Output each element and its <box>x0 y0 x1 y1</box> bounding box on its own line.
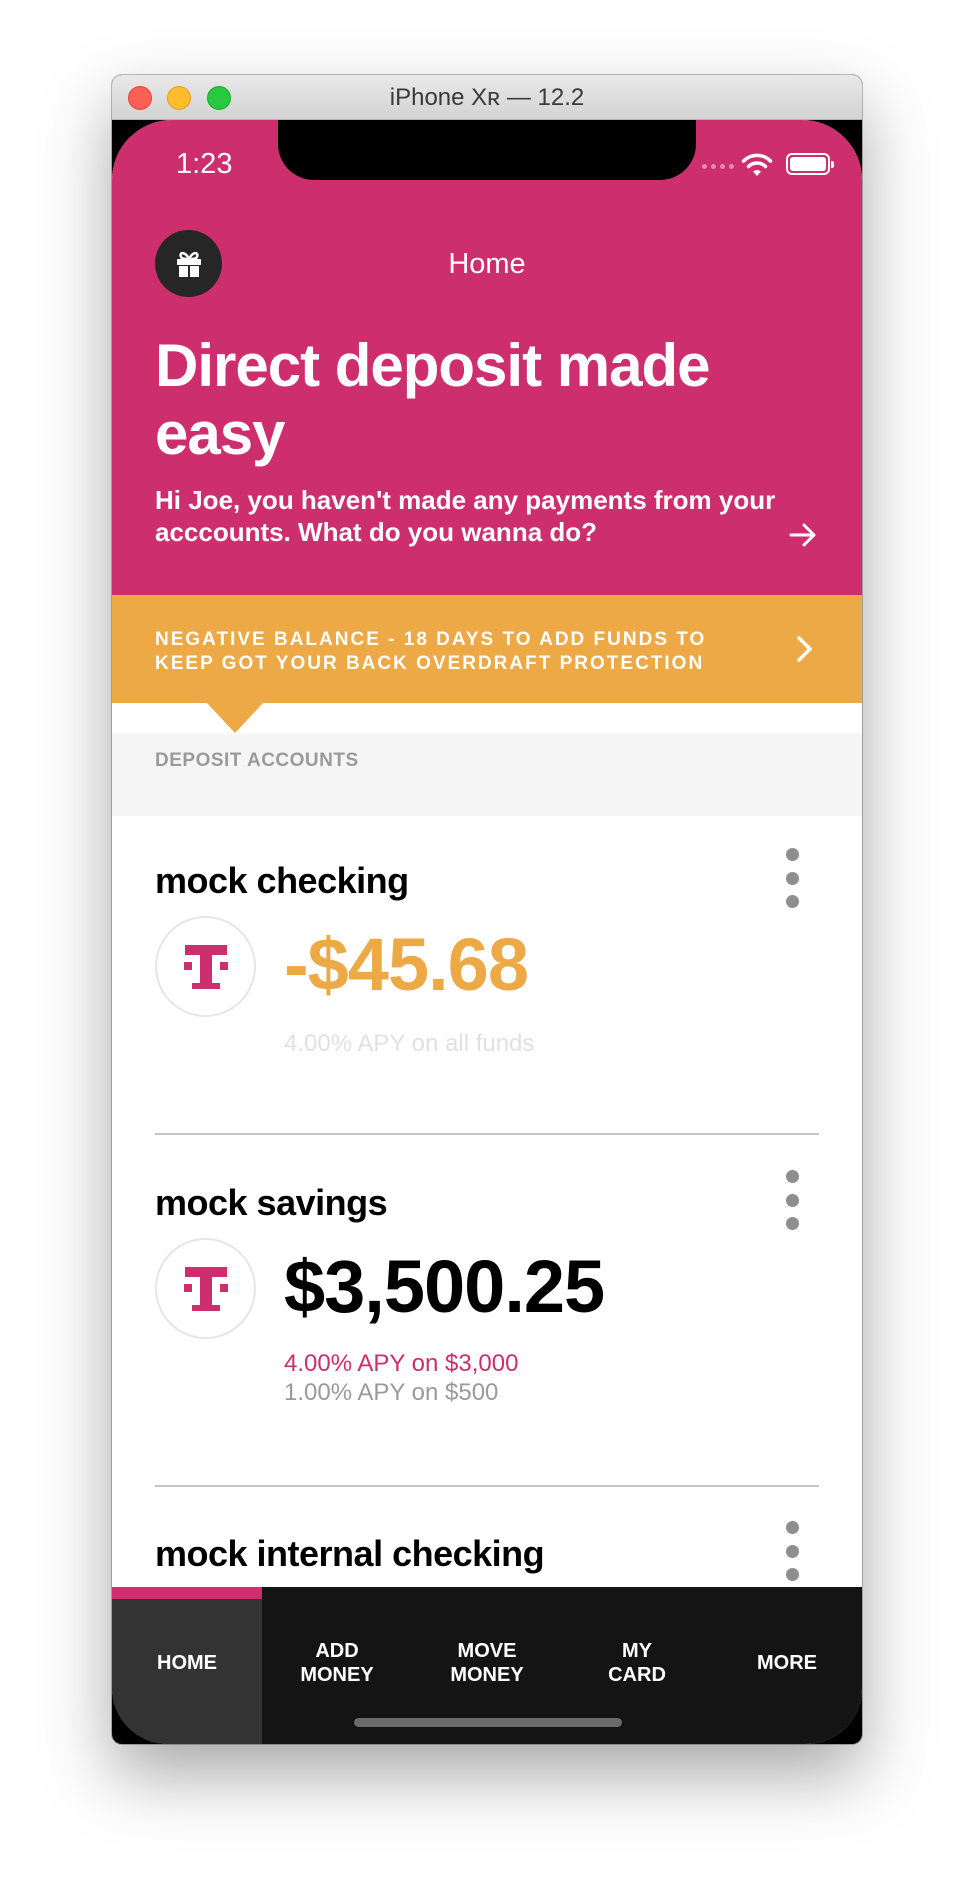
tab-label: ADD MONEY <box>300 1640 374 1686</box>
apy-rate: 4.00% APY on all funds <box>284 1030 535 1057</box>
chevron-right-icon <box>797 636 812 662</box>
account-balance: -$45.68 <box>284 923 529 1006</box>
account-name: mock savings <box>155 1182 388 1223</box>
simulator-window: iPhone Xʀ — 12.2 1:23 Home Direct deposi… <box>112 75 862 1744</box>
signal-icon <box>702 164 734 169</box>
wifi-icon <box>741 153 773 176</box>
tmobile-logo-icon <box>155 1238 256 1339</box>
alert-text: NEGATIVE BALANCE - 18 DAYS TO ADD FUNDS … <box>155 629 707 674</box>
hero-title: Direct deposit made easy <box>155 332 711 467</box>
battery-icon <box>786 153 834 175</box>
device-screen: 1:23 Home Direct deposit made easy Hi Jo… <box>112 120 862 1744</box>
account-balance: $3,500.25 <box>284 1245 605 1328</box>
tab-home[interactable]: HOME <box>112 1587 262 1744</box>
tab-label: MOVE MONEY <box>450 1640 524 1686</box>
account-name: mock checking <box>155 860 409 901</box>
hero-banner: 1:23 Home Direct deposit made easy Hi Jo… <box>112 120 862 595</box>
account-name: mock internal checking <box>155 1533 545 1574</box>
alert-pointer <box>207 703 263 733</box>
deposit-accounts-header: DEPOSIT ACCOUNTS <box>112 734 862 816</box>
tab-label: HOME <box>157 1652 217 1674</box>
negative-balance-alert[interactable]: NEGATIVE BALANCE - 18 DAYS TO ADD FUNDS … <box>112 595 862 703</box>
status-time: 1:23 <box>176 148 233 180</box>
device-notch <box>278 120 696 180</box>
home-indicator[interactable] <box>354 1718 622 1727</box>
divider <box>155 1485 819 1487</box>
divider <box>155 1133 819 1135</box>
simulator-title: iPhone Xʀ — 12.2 <box>389 84 585 111</box>
arrow-right-icon[interactable] <box>788 520 818 550</box>
tab-label: MORE <box>757 1652 817 1674</box>
section-label: DEPOSIT ACCOUNTS <box>155 750 359 771</box>
tab-more[interactable]: MORE <box>712 1587 862 1744</box>
apy-rate-primary: 4.00% APY on $3,000 <box>284 1350 519 1377</box>
more-options-icon[interactable] <box>780 848 804 908</box>
tmobile-logo-icon <box>155 916 256 1017</box>
more-options-icon[interactable] <box>780 1521 804 1581</box>
apy-rate-secondary: 1.00% APY on $500 <box>284 1379 499 1406</box>
tab-label: MY CARD <box>608 1640 666 1686</box>
nav-title: Home <box>448 248 526 280</box>
more-options-icon[interactable] <box>780 1170 804 1230</box>
simulator-titlebar: iPhone Xʀ — 12.2 <box>112 75 862 120</box>
hero-subtitle[interactable]: Hi Joe, you haven't made any payments fr… <box>155 484 795 548</box>
